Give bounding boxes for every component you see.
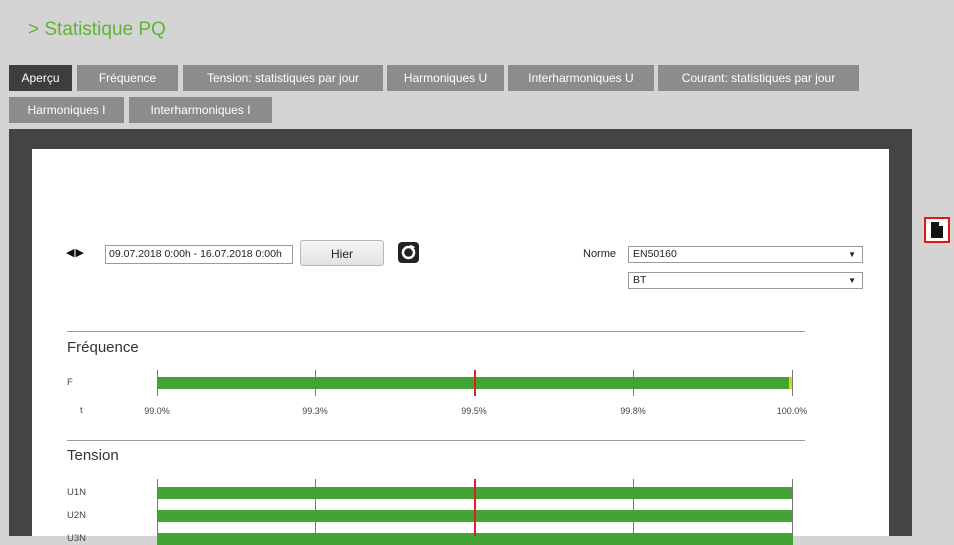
section-divider xyxy=(67,440,805,441)
frequence-limit-tick xyxy=(474,370,476,396)
export-button[interactable] xyxy=(924,217,950,243)
norme-label: Norme xyxy=(583,248,617,260)
dropdown-arrow-icon: ▼ xyxy=(848,276,856,285)
tension-tick xyxy=(157,479,158,536)
tension-row-label: U1N xyxy=(67,487,87,498)
refresh-button[interactable] xyxy=(398,242,419,263)
network-select[interactable]: BT ▼ xyxy=(628,272,863,289)
tab-apercu[interactable]: Aperçu xyxy=(9,65,72,91)
hier-button[interactable]: Hier xyxy=(300,240,384,266)
section-divider xyxy=(67,331,805,332)
tension-heading: Tension xyxy=(67,447,119,464)
arrow-right-icon[interactable]: ▶ xyxy=(75,247,84,259)
page-title: > Statistique PQ xyxy=(28,19,166,40)
tension-tick xyxy=(633,479,634,536)
document-icon xyxy=(931,222,943,238)
tab-harmoniques-i[interactable]: Harmoniques I xyxy=(9,97,124,123)
norme-select-value: EN50160 xyxy=(633,248,677,260)
period-nav-arrows[interactable]: ◀▶ xyxy=(66,246,85,259)
date-range-input[interactable]: 09.07.2018 0:00h - 16.07.2018 0:00h xyxy=(105,245,293,264)
tab-harmoniques-u[interactable]: Harmoniques U xyxy=(387,65,504,91)
tension-tick xyxy=(792,479,793,536)
tension-row-label: U2N xyxy=(67,510,87,521)
frequence-tick xyxy=(792,370,793,396)
frequence-axis-label: t xyxy=(80,405,83,416)
norme-select[interactable]: EN50160 ▼ xyxy=(628,246,863,263)
tab-interharmoniques-u[interactable]: Interharmoniques U xyxy=(508,65,654,91)
axis-tick-label: 100.0% xyxy=(776,406,808,416)
refresh-icon xyxy=(401,244,416,260)
frequence-tick xyxy=(315,370,316,396)
frequence-tick xyxy=(157,370,158,396)
frequence-tick xyxy=(633,370,634,396)
report-panel xyxy=(32,149,889,536)
frequence-row-label: F xyxy=(67,377,73,388)
tab-tension-stats[interactable]: Tension: statistiques par jour xyxy=(183,65,383,91)
axis-tick-label: 99.5% xyxy=(461,406,487,416)
axis-tick-label: 99.8% xyxy=(620,406,646,416)
network-select-value: BT xyxy=(633,274,647,286)
axis-tick-label: 99.3% xyxy=(302,406,328,416)
frequence-heading: Fréquence xyxy=(67,339,139,356)
tab-frequence[interactable]: Fréquence xyxy=(77,65,178,91)
tension-tick xyxy=(315,479,316,536)
tension-row-label: U3N xyxy=(67,533,87,544)
tension-limit-tick xyxy=(474,479,476,536)
tab-courant-stats[interactable]: Courant: statistiques par jour xyxy=(658,65,859,91)
dropdown-arrow-icon: ▼ xyxy=(848,250,856,259)
tab-interharmoniques-i[interactable]: Interharmoniques I xyxy=(129,97,272,123)
axis-tick-label: 99.0% xyxy=(144,406,170,416)
